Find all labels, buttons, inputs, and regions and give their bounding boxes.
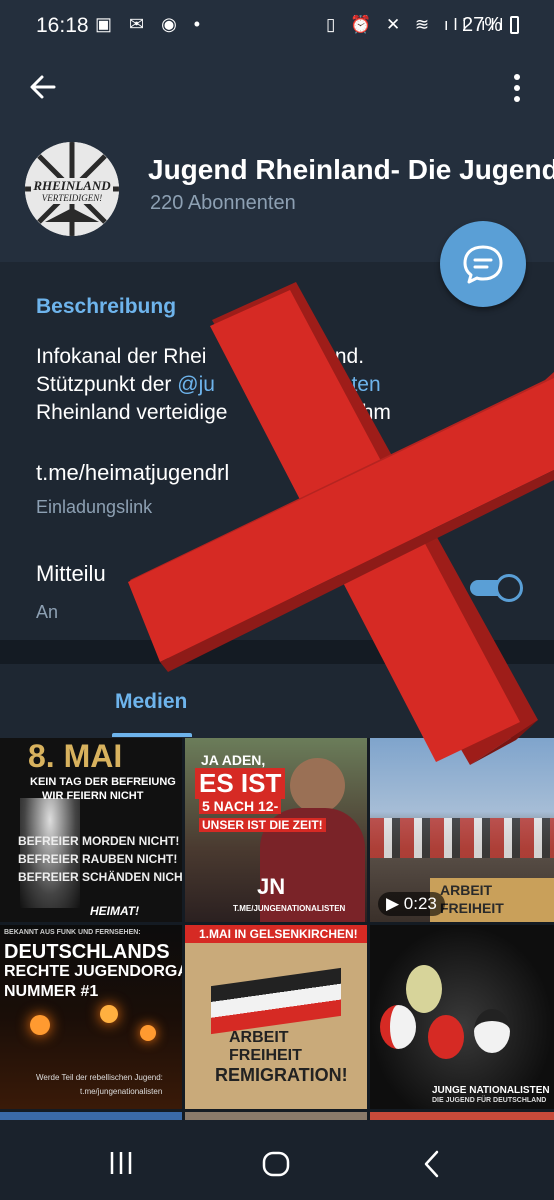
channel-title: Jugend Rheinland- Die Jugend <box>148 154 554 185</box>
media-tile[interactable] <box>370 1112 554 1120</box>
system-nav-bar <box>0 1124 554 1200</box>
recent-apps-icon[interactable] <box>108 1150 134 1176</box>
notifications-label[interactable]: Mitteilu <box>36 561 106 587</box>
back-arrow-icon[interactable] <box>28 72 58 102</box>
battery-level: 27% <box>462 14 503 36</box>
invite-link-label: Einladungslink <box>36 497 153 517</box>
section-divider <box>0 640 554 664</box>
media-tile[interactable]: 8. MAI KEIN TAG DER BEFREIUNG WIR FEIERN… <box>0 738 182 922</box>
video-duration: ▶ 0:23 <box>378 892 445 916</box>
invite-link[interactable]: t.me/heimatjugendrl <box>36 460 229 486</box>
media-tile[interactable] <box>185 1112 367 1120</box>
avatar-text-2: VERTEIDIGEN! <box>42 193 103 203</box>
media-tile[interactable]: BEKANNT AUS FUNK UND FERNSEHEN: DEUTSCHL… <box>0 925 182 1109</box>
media-tile[interactable] <box>0 1112 182 1120</box>
chat-bubble-icon <box>463 245 503 284</box>
battery-icon <box>510 16 519 34</box>
media-grid: 8. MAI KEIN TAG DER BEFREIUNG WIR FEIERN… <box>0 738 554 1120</box>
subscriber-count: 220 Abonnenten <box>150 192 296 214</box>
media-tile[interactable]: ARBEIT FREIHEIT ▶ 0:23 <box>370 738 554 922</box>
discuss-button[interactable] <box>440 221 526 307</box>
notification-icons: ▣ ✉ ◉ • <box>95 14 207 34</box>
notifications-toggle[interactable] <box>470 574 523 602</box>
media-tile[interactable]: JA ADEN, ES IST 5 NACH 12- UNSER IST DIE… <box>185 738 367 922</box>
media-tabs <box>0 664 554 738</box>
channel-avatar[interactable]: RHEINLAND VERTEIDIGEN! <box>25 142 119 236</box>
tab-indicator <box>112 733 192 737</box>
more-menu-icon[interactable] <box>504 70 530 106</box>
status-bar: 16:18 ▣ ✉ ◉ • ▯ ⏰ ✕ ≋ ıll ıll 27% <box>0 0 554 52</box>
description-label: Beschreibung <box>36 295 177 318</box>
mention-link[interactable]: @ju alisten <box>177 373 380 396</box>
media-tile[interactable]: JUNGE NATIONALISTEN DIE JUGEND FÜR DEUTS… <box>370 925 554 1109</box>
media-tile[interactable]: 1.MAI IN GELSENKIRCHEN! ARBEIT FREIHEIT … <box>185 925 367 1109</box>
back-nav-icon[interactable] <box>422 1150 442 1178</box>
home-icon[interactable] <box>262 1150 290 1178</box>
status-time: 16:18 <box>36 14 89 37</box>
tab-media[interactable]: Medien <box>115 690 187 714</box>
notifications-state: An <box>36 602 59 622</box>
avatar-text-1: RHEINLAND <box>32 178 111 193</box>
channel-description: Infokanal der Rhei ugend. Stützpunkt der… <box>36 345 391 424</box>
